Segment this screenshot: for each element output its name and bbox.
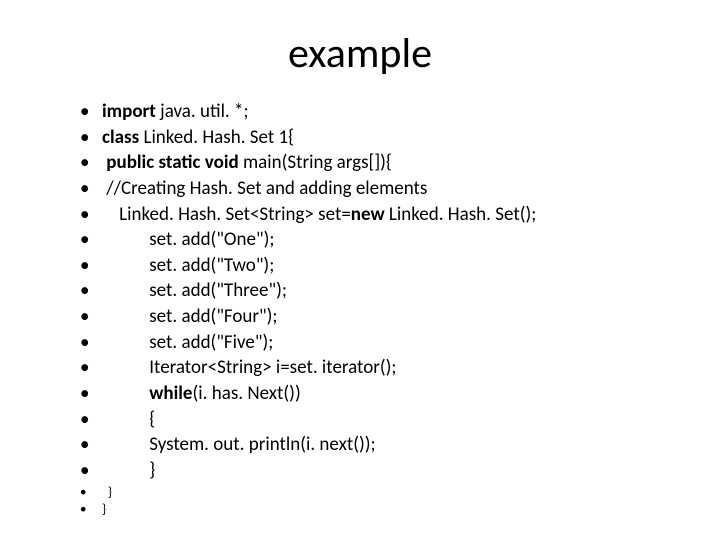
- code-line: }: [80, 458, 680, 484]
- code-line: set. add("One");: [80, 227, 680, 253]
- code-line: set. add("Five");: [80, 330, 680, 356]
- code-line: class Linked. Hash. Set 1{: [80, 125, 680, 151]
- code-text: //Creating Hash. Set and adding elements: [102, 177, 427, 200]
- code-line: set. add("Three");: [80, 278, 680, 304]
- code-text: import: [102, 100, 160, 123]
- code-line: set. add("Four");: [80, 304, 680, 330]
- code-line: }: [80, 484, 680, 502]
- code-text: set. add("Two");: [102, 254, 274, 277]
- code-text: set. add("One");: [102, 228, 274, 251]
- code-line: Linked. Hash. Set<String> set=new Linked…: [80, 202, 680, 228]
- code-text: public static void: [106, 151, 243, 174]
- code-text: {: [102, 408, 155, 431]
- code-text: new: [351, 203, 389, 226]
- code-text: main(String args[]){: [243, 151, 392, 174]
- code-line: set. add("Two");: [80, 253, 680, 279]
- code-text: System. out. println(i. next());: [102, 433, 376, 456]
- code-list: import java. util. *;class Linked. Hash.…: [80, 99, 680, 519]
- code-text: Linked. Hash. Set 1{: [143, 126, 294, 149]
- code-text: set. add("Five");: [102, 331, 273, 354]
- code-text: }: [102, 459, 155, 482]
- code-text: while: [102, 382, 193, 405]
- code-text: Iterator<String> i=set. iterator();: [102, 356, 396, 379]
- code-text: Linked. Hash. Set<String> set=: [102, 203, 351, 226]
- code-text: java. util. *;: [160, 100, 248, 123]
- slide-title: example: [40, 28, 680, 79]
- code-text: set. add("Four");: [102, 305, 278, 328]
- code-text: }: [102, 485, 112, 500]
- code-line: import java. util. *;: [80, 99, 680, 125]
- code-line: Iterator<String> i=set. iterator();: [80, 355, 680, 381]
- code-text: }: [102, 502, 106, 517]
- code-line: }: [80, 501, 680, 519]
- code-text: class: [102, 126, 143, 149]
- code-line: public static void main(String args[]){: [80, 150, 680, 176]
- code-text: (i. has. Next()): [193, 382, 301, 405]
- slide: example import java. util. *;class Linke…: [0, 0, 720, 540]
- code-line: System. out. println(i. next());: [80, 432, 680, 458]
- code-line: while(i. has. Next()): [80, 381, 680, 407]
- code-text: Linked. Hash. Set();: [389, 203, 536, 226]
- code-line: {: [80, 407, 680, 433]
- code-line: //Creating Hash. Set and adding elements: [80, 176, 680, 202]
- code-text: set. add("Three");: [102, 279, 287, 302]
